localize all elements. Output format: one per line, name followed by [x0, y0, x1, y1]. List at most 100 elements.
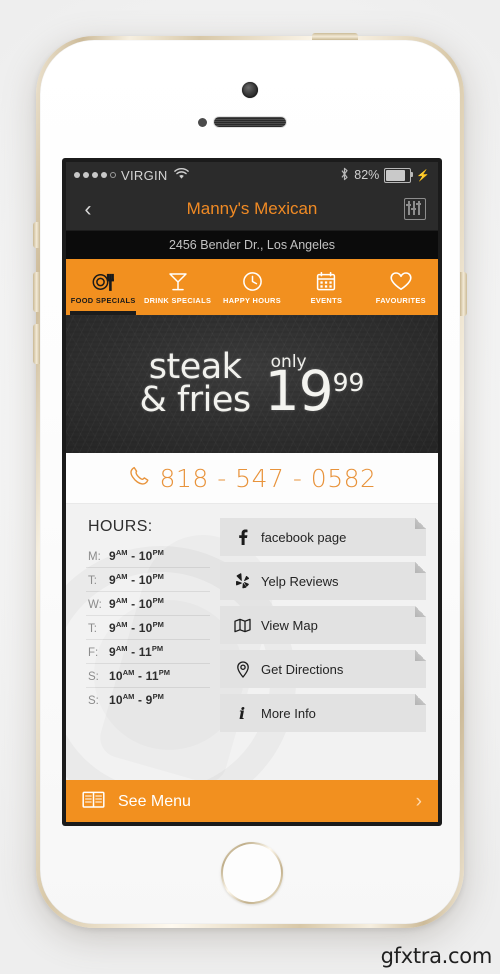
action-button-list: facebook page Yelp Reviews View Map Get …: [210, 516, 426, 780]
tab-label: HAPPY HOURS: [223, 295, 281, 305]
promo-item-name: steak & fries: [139, 346, 252, 420]
promo-price-block: only 19 99: [264, 352, 365, 423]
price-cents: 99: [332, 367, 365, 397]
hours-section: HOURS: M: 9AM - 10PM T: 9AM - 10PM W: 9AM - 1…: [78, 516, 210, 780]
hours-title: HOURS:: [88, 518, 153, 535]
carrier-label: VIRGIN: [121, 167, 168, 183]
chevron-right-icon: ›: [415, 791, 422, 812]
heart-icon: [389, 270, 413, 292]
action-label: facebook page: [261, 529, 347, 545]
folded-corner: [415, 518, 426, 529]
hours-row: T: 9AM - 10PM: [86, 568, 210, 592]
sim-tray: [460, 272, 467, 316]
yelp-reviews-button[interactable]: Yelp Reviews: [220, 562, 426, 600]
tab-food-specials[interactable]: FOOD SPECIALS: [66, 259, 140, 315]
hours-day: F:: [88, 647, 99, 659]
more-info-button[interactable]: i More Info: [220, 694, 426, 732]
map-icon: [234, 618, 251, 633]
hours-time: 9AM - 10PM: [109, 620, 164, 635]
tab-label: FOOD SPECIALS: [70, 295, 136, 305]
tab-label: FAVOURITES: [375, 295, 426, 305]
volume-down-button[interactable]: [33, 324, 40, 364]
promo-line-2: & fries: [139, 380, 252, 420]
hours-day: T:: [88, 575, 97, 587]
see-menu-button[interactable]: See Menu ›: [66, 780, 438, 822]
view-map-button[interactable]: View Map: [220, 606, 426, 644]
svg-text:i: i: [239, 705, 245, 721]
navigation-bar: ‹ Manny's Mexican: [66, 188, 438, 231]
bluetooth-icon: [340, 167, 349, 184]
action-label: More Info: [261, 705, 316, 721]
battery-percent-label: 82%: [354, 168, 380, 182]
cocktail-glass-icon: [167, 270, 189, 292]
call-phone-button[interactable]: 818 - 547 - 0582: [66, 453, 438, 504]
action-label: View Map: [261, 617, 318, 633]
facebook-page-button[interactable]: facebook page: [220, 518, 426, 556]
action-label: Get Directions: [261, 661, 344, 677]
hours-day: S:: [88, 671, 99, 683]
page-title: Manny's Mexican: [186, 199, 318, 218]
promo-chalkboard[interactable]: steak & fries only 19 99: [66, 315, 438, 453]
plate-and-fork-icon: [91, 270, 115, 292]
promo-price: 19 99: [264, 358, 365, 423]
tab-drink-specials[interactable]: DRINK SPECIALS: [140, 259, 214, 315]
hours-time: 9AM - 10PM: [109, 548, 164, 563]
hours-row: F: 9AM - 11PM: [86, 640, 210, 664]
iphone-front-face: VIRGIN 82% ⚡ ‹ Manny's Mexican 2456 Bend…: [40, 40, 460, 924]
folded-corner: [415, 650, 426, 661]
phone-screen: VIRGIN 82% ⚡ ‹ Manny's Mexican 2456 Bend…: [66, 162, 438, 822]
phone-number-label: 818 - 547 - 0582: [159, 463, 377, 493]
address-bar[interactable]: 2456 Bender Dr., Los Angeles: [66, 231, 438, 259]
calendar-icon: [316, 270, 336, 292]
price-dollars: 19: [264, 358, 334, 423]
tab-label: EVENTS: [310, 295, 343, 305]
status-bar: VIRGIN 82% ⚡: [66, 162, 438, 188]
earpiece-speaker: [214, 117, 286, 127]
action-label: Yelp Reviews: [261, 573, 339, 589]
address-label: 2456 Bender Dr., Los Angeles: [168, 238, 336, 252]
site-watermark: gfxtra.com: [380, 944, 493, 968]
hours-row: S: 10AM - 9PM: [86, 688, 210, 711]
proximity-sensor: [198, 118, 207, 127]
hours-list: M: 9AM - 10PM T: 9AM - 10PM W: 9AM - 10PM T: 9A…: [86, 544, 210, 711]
promo-line-1: steak: [148, 346, 242, 387]
tab-events[interactable]: EVENTS: [289, 259, 363, 315]
category-tab-bar: FOOD SPECIALS DRINK SPECIALS HAPPY HOURS…: [66, 259, 438, 315]
hours-time: 9AM - 10PM: [109, 596, 164, 611]
back-button[interactable]: ‹: [66, 199, 110, 220]
hours-time: 9AM - 11PM: [109, 644, 164, 659]
phone-handset-icon: [128, 465, 150, 492]
wifi-icon: [173, 167, 189, 183]
front-camera: [242, 82, 258, 98]
get-directions-button[interactable]: Get Directions: [220, 650, 426, 688]
tab-favourites[interactable]: FAVOURITES: [364, 259, 438, 315]
volume-up-button[interactable]: [33, 272, 40, 312]
tab-happy-hours[interactable]: HAPPY HOURS: [215, 259, 289, 315]
info-icon: i: [234, 705, 251, 721]
hours-day: W:: [88, 599, 102, 611]
hours-row: W: 9AM - 10PM: [86, 592, 210, 616]
silent-switch[interactable]: [33, 222, 40, 248]
hours-time: 9AM - 10PM: [109, 572, 164, 587]
location-pin-icon: [234, 660, 251, 678]
tab-label: DRINK SPECIALS: [143, 295, 212, 305]
hours-day: T:: [88, 623, 97, 635]
lightning-bolt-icon: ⚡: [416, 169, 430, 182]
clock-icon: [242, 270, 263, 292]
status-right-group: 82% ⚡: [340, 167, 430, 184]
sliders-icon[interactable]: [404, 198, 426, 220]
yelp-icon: [234, 573, 251, 589]
folded-corner: [415, 606, 426, 617]
detail-body: HOURS: M: 9AM - 10PM T: 9AM - 10PM W: 9AM - 1…: [66, 504, 438, 780]
hours-day: S:: [88, 695, 99, 707]
hours-row: T: 9AM - 10PM: [86, 616, 210, 640]
hours-time: 10AM - 9PM: [109, 692, 164, 707]
battery-icon: [384, 167, 414, 183]
home-button[interactable]: [221, 842, 283, 904]
folded-corner: [415, 694, 426, 705]
hours-row: M: 9AM - 10PM: [86, 544, 210, 568]
power-button[interactable]: [312, 33, 358, 40]
open-book-icon: [82, 790, 105, 814]
iphone-device-frame: VIRGIN 82% ⚡ ‹ Manny's Mexican 2456 Bend…: [33, 33, 467, 928]
see-menu-label: See Menu: [118, 793, 191, 810]
